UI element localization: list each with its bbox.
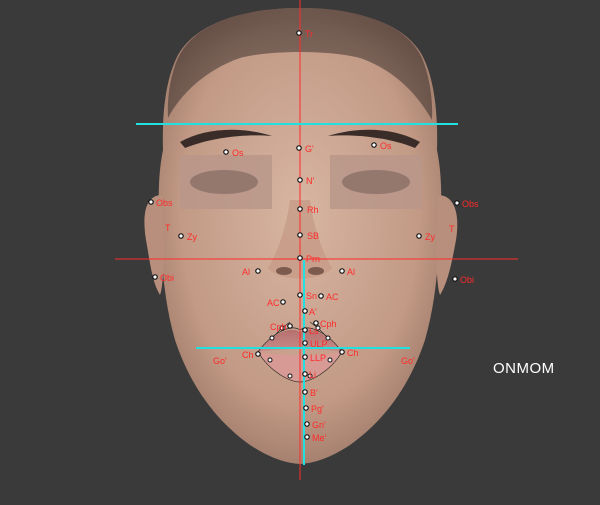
landmark-point-sb — [297, 232, 303, 238]
landmark-point-obi-right — [452, 276, 458, 282]
watermark-text: ONMOM — [493, 360, 555, 377]
landmark-label-pg: Pg' — [311, 404, 324, 414]
landmark-label-obs-left: Obs — [156, 198, 173, 208]
lip-contour-point — [269, 335, 275, 341]
landmark-label-ac-right: AC — [326, 292, 339, 302]
landmark-point-al-right — [339, 268, 345, 274]
landmark-point-a — [302, 308, 308, 314]
landmark-point-ac-left — [280, 299, 286, 305]
landmark-label-a: A' — [309, 307, 317, 317]
landmark-point-sn — [297, 292, 303, 298]
landmark-label-cph-left: Cph — [270, 322, 287, 332]
landmark-label-zy-right: Zy — [425, 232, 435, 242]
landmark-point-n — [297, 177, 303, 183]
landmark-label-tr: Tr — [305, 29, 313, 39]
landmark-point-obs-left — [148, 199, 154, 205]
landmark-label-rh: Rh — [307, 205, 319, 215]
landmark-label-t-right: T — [449, 224, 455, 234]
landmark-point-me — [304, 434, 310, 440]
landmark-label-obs-right: Obs — [462, 199, 479, 209]
landmark-point-obi-left — [152, 274, 158, 280]
landmark-point-b — [302, 389, 308, 395]
landmark-point-ch-left — [255, 351, 261, 357]
landmark-label-al-right: Al — [347, 267, 355, 277]
landmark-label-ch-right: Ch — [347, 348, 359, 358]
landmark-point-al-left — [255, 268, 261, 274]
landmark-point-ch-right — [339, 349, 345, 355]
landmark-label-zy-left: Zy — [187, 232, 197, 242]
landmark-label-g: G' — [305, 144, 314, 154]
landmark-label-gn: Gn' — [312, 420, 326, 430]
landmark-point-pg — [303, 405, 309, 411]
landmark-point-li — [302, 371, 308, 377]
landmark-point-gn — [304, 421, 310, 427]
lip-contour-point — [287, 373, 293, 379]
landmark-point-zy-left — [178, 233, 184, 239]
landmark-point-g — [296, 145, 302, 151]
landmark-label-li: Li — [309, 370, 316, 380]
face-viewport: Tr G' Os Os N' Rh Obs Obs T T Zy Zy SB Prn Al Al Obi Obi S… — [0, 0, 600, 500]
landmark-point-obs-right — [454, 200, 460, 206]
landmark-label-sn: Sn — [306, 291, 317, 301]
landmark-label-b: B' — [310, 388, 318, 398]
landmark-label-ulp: ULP — [310, 339, 328, 349]
landmark-point-prn — [297, 255, 303, 261]
landmark-point-cph-left — [287, 323, 293, 329]
landmark-label-ls: Ls — [309, 326, 319, 336]
lip-contour-point — [267, 357, 273, 363]
landmark-label-ac-left: AC — [267, 298, 280, 308]
landmark-point-cph-right — [313, 320, 319, 326]
face-landmark-canvas: Tr G' Os Os N' Rh Obs Obs T T Zy Zy SB Prn Al Al Obi Obi S… — [115, 0, 518, 480]
landmark-label-prn: Prn — [306, 254, 320, 264]
landmark-label-go-right: Go' — [401, 356, 415, 366]
landmark-label-go-left: Go' — [213, 356, 227, 366]
landmark-label-os-right: Os — [380, 141, 392, 151]
landmark-label-sb: SB — [307, 231, 319, 241]
landmark-label-obi-right: Obi — [460, 275, 474, 285]
landmark-label-t-left: T — [165, 223, 171, 233]
landmark-label-ch-left: Ch — [242, 350, 254, 360]
landmark-label-llp: LLP — [310, 353, 326, 363]
landmark-label-os-left: Os — [232, 148, 244, 158]
landmark-point-os-right — [371, 142, 377, 148]
landmark-label-me: Me' — [312, 433, 327, 443]
landmark-point-tr — [296, 30, 302, 36]
landmark-label-n: N' — [306, 176, 314, 186]
landmark-point-ulp — [302, 340, 308, 346]
landmark-point-ls — [302, 327, 308, 333]
landmark-label-cph-right: Cph — [320, 319, 337, 329]
landmark-point-os-left — [223, 149, 229, 155]
landmark-point-llp — [302, 354, 308, 360]
landmark-point-zy-right — [416, 233, 422, 239]
landmark-point-rh — [297, 206, 303, 212]
lip-contour-point — [327, 357, 333, 363]
landmark-label-al-left: Al — [242, 267, 250, 277]
landmark-label-obi-left: Obi — [160, 273, 174, 283]
landmark-point-ac-right — [318, 293, 324, 299]
